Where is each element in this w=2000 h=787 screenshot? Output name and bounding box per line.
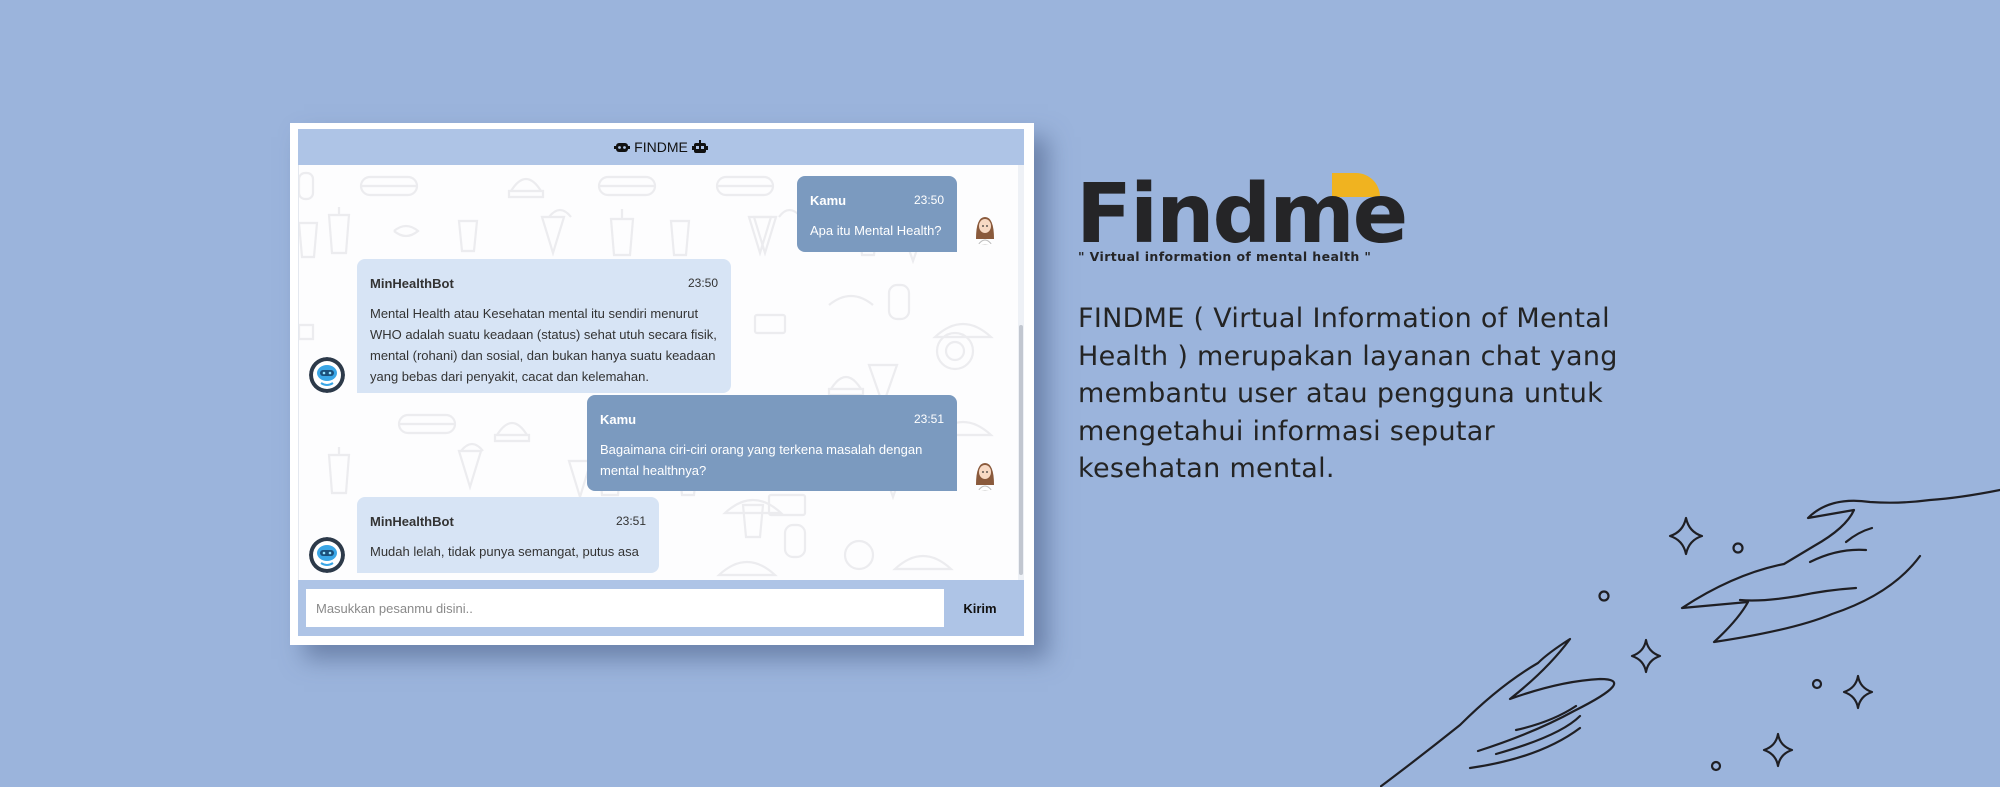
hands-illustration [1380, 488, 2000, 787]
message-text: Mudah lelah, tidak punya semangat, putus… [370, 544, 639, 559]
message-time: 23:50 [687, 276, 718, 290]
logo-tagline: " Virtual information of mental health " [1078, 249, 1372, 264]
sender-name: MinHealthBot [370, 276, 454, 291]
findme-logo: Findme " Virtual information of mental h… [1076, 168, 1408, 268]
message-meta: MinHealthBot 23:50 [370, 273, 718, 294]
chat-scrollbar[interactable] [1018, 165, 1024, 580]
message-meta: Kamu 23:50 [810, 190, 944, 211]
user-message: Kamu 23:51 Bagaimana ciri-ciri orang yan… [587, 395, 957, 491]
user-message: Kamu 23:50 Apa itu Mental Health? [797, 176, 957, 252]
bot-message: MinHealthBot 23:51 Mudah lelah, tidak pu… [357, 497, 659, 573]
message-input[interactable] [306, 589, 944, 627]
chat-title: FINDME [634, 139, 688, 155]
robot-icon [691, 140, 708, 153]
app-description: FINDME ( Virtual Information of Mental H… [1078, 303, 1618, 484]
message-meta: Kamu 23:51 [600, 409, 944, 430]
user-avatar-icon [967, 455, 1003, 491]
chat-scroll-thumb[interactable] [1019, 325, 1023, 575]
message-meta: MinHealthBot 23:51 [370, 511, 646, 532]
bot-avatar-icon [309, 357, 345, 393]
sender-name: MinHealthBot [370, 514, 454, 529]
chat-messages-area[interactable]: Kamu 23:50 Apa itu Mental Health? MinHea… [298, 165, 1024, 580]
message-time: 23:50 [913, 193, 944, 207]
message-text: Bagaimana ciri-ciri orang yang terkena m… [600, 442, 923, 478]
bot-avatar-icon [309, 537, 345, 573]
message-time: 23:51 [615, 514, 646, 528]
chat-input-bar: Kirim [298, 580, 1024, 636]
chat-window: FINDME Kamu 23:50 Apa itu Mental Health?… [290, 123, 1034, 645]
user-avatar-icon [967, 209, 1003, 245]
send-button[interactable]: Kirim [944, 589, 1016, 627]
chat-header: FINDME [298, 129, 1024, 165]
message-text: Apa itu Mental Health? [810, 223, 942, 238]
logo-text: Findme [1076, 167, 1408, 262]
sender-name: Kamu [600, 412, 637, 427]
message-text: Mental Health atau Kesehatan mental itu … [370, 306, 717, 384]
message-time: 23:51 [913, 412, 944, 426]
bot-message: MinHealthBot 23:50 Mental Health atau Ke… [357, 259, 731, 393]
sender-name: Kamu [810, 193, 847, 208]
robot-icon [614, 143, 631, 152]
